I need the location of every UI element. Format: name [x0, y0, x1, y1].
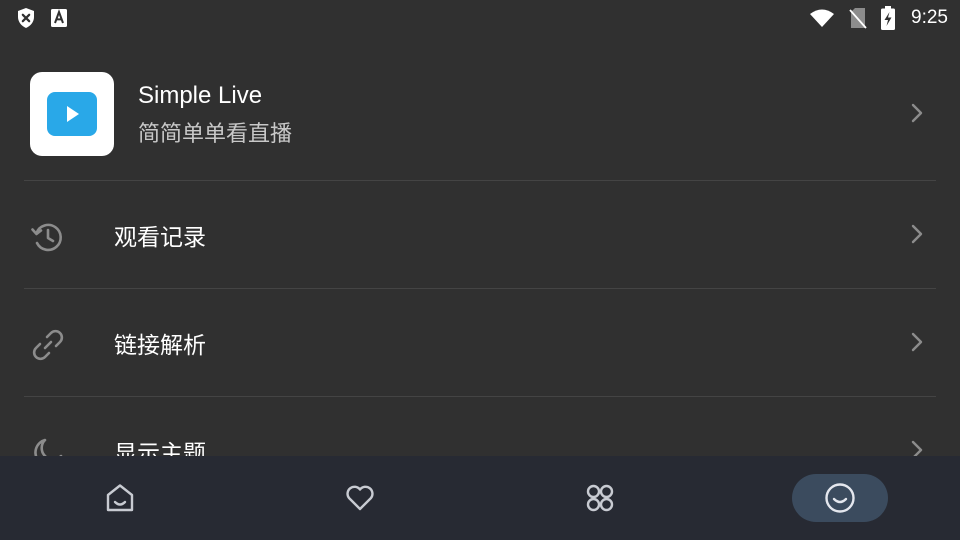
play-logo-icon	[47, 92, 97, 136]
battery-charging-icon	[881, 6, 896, 30]
wifi-icon	[809, 8, 835, 28]
smile-icon	[825, 483, 855, 513]
no-sim-icon	[849, 7, 867, 29]
home-icon	[106, 484, 134, 512]
chevron-right-icon	[910, 102, 924, 128]
status-time: 9:25	[911, 7, 948, 28]
bottom-navigation	[0, 456, 960, 540]
app-slogan: 简简单单看直播	[138, 122, 293, 147]
menu-item-label: 链接解析	[114, 333, 206, 359]
menu-item-label: 显示主题	[114, 441, 206, 456]
shield-x-icon	[16, 7, 36, 29]
nav-categories[interactable]	[480, 456, 720, 540]
menu-item-history[interactable]: 观看记录	[0, 181, 960, 288]
app-logo	[30, 72, 114, 156]
apps-icon	[586, 484, 614, 512]
history-icon	[30, 219, 66, 255]
nav-favorites[interactable]	[240, 456, 480, 540]
font-a-icon	[50, 8, 68, 28]
app-name: Simple Live	[138, 82, 263, 109]
chevron-right-icon	[910, 223, 924, 249]
settings-content[interactable]: Simple Live 简简单单看直播 观看记录 链接解析 显示主题	[0, 36, 960, 456]
menu-item-theme[interactable]: 显示主题	[0, 397, 960, 456]
link-icon	[30, 327, 66, 363]
chevron-right-icon	[910, 331, 924, 357]
menu-item-label: 观看记录	[114, 225, 206, 251]
nav-home[interactable]	[0, 456, 240, 540]
heart-icon	[346, 485, 374, 511]
chevron-right-icon	[910, 439, 924, 456]
status-bar: 9:25	[0, 0, 960, 36]
nav-profile[interactable]	[720, 456, 960, 540]
moon-icon	[30, 435, 66, 456]
menu-item-link-parse[interactable]: 链接解析	[0, 289, 960, 396]
app-info-card[interactable]: Simple Live 简简单单看直播	[0, 36, 960, 180]
